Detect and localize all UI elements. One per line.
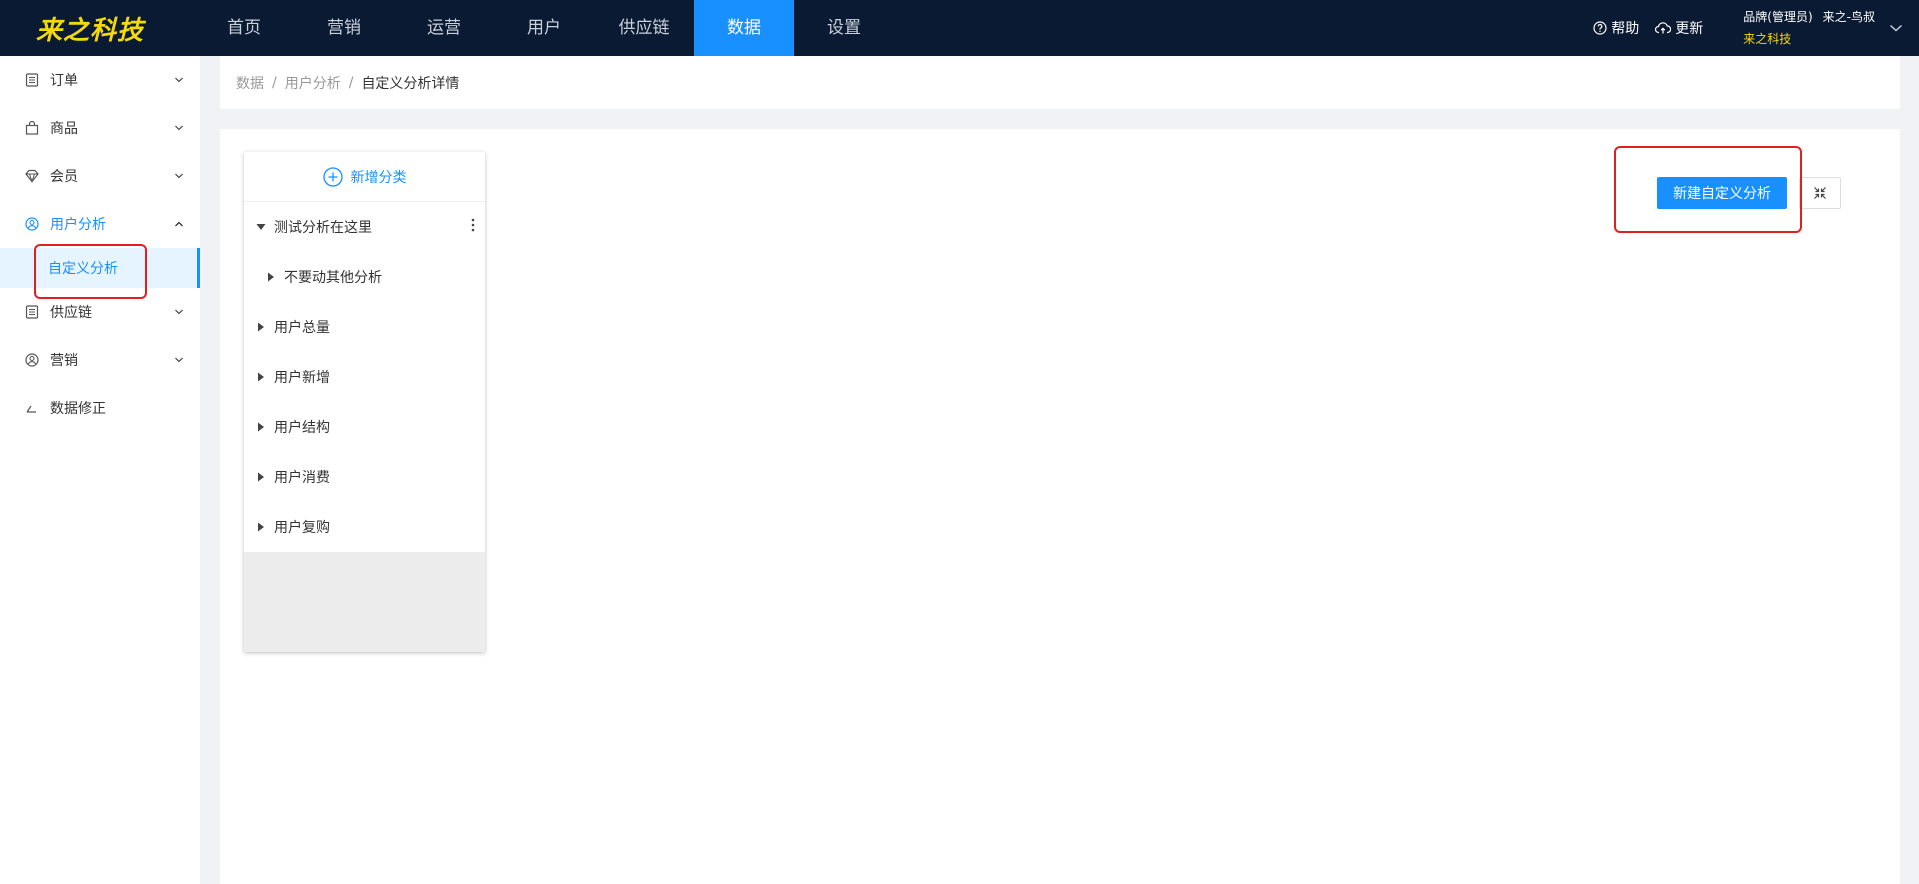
category-tree-panel: 新增分类 测试分析在这里 不要动其他分析 用户总量 用户新增 用户结构 用户消费… xyxy=(244,152,485,652)
user-org: 来之科技 xyxy=(1743,32,1792,46)
caret-down-icon xyxy=(256,222,266,232)
help-link[interactable]: 帮助 xyxy=(1593,18,1639,38)
sidebar-item-label: 会员 xyxy=(50,169,78,185)
tree-item[interactable]: 用户结构 xyxy=(244,402,485,452)
chevron-down-icon xyxy=(175,173,183,179)
new-custom-analysis-button[interactable]: 新建自定义分析 xyxy=(1657,177,1787,209)
tree-item-label: 用户复购 xyxy=(274,520,330,536)
tree-empty-area xyxy=(244,552,485,652)
sidebar-item-data-correction[interactable]: 数据修正 xyxy=(0,384,200,432)
chevron-down-icon xyxy=(175,77,183,83)
help-icon xyxy=(1593,21,1607,35)
caret-right-icon xyxy=(256,472,266,482)
sidebar: 订单 商品 会员 用户分析 自定义分析 供应链 营销 数据修正 xyxy=(0,56,200,884)
chevron-down-icon xyxy=(175,125,183,131)
tree-item[interactable]: 不要动其他分析 xyxy=(244,252,485,302)
document-icon xyxy=(24,304,40,320)
gem-icon xyxy=(24,168,40,184)
caret-right-icon xyxy=(256,522,266,532)
top-nav-home[interactable]: 首页 xyxy=(194,0,294,56)
sidebar-item-label: 商品 xyxy=(50,121,78,137)
update-label: 更新 xyxy=(1675,21,1704,37)
top-nav: 首页 营销 运营 用户 供应链 数据 设置 xyxy=(194,0,894,56)
breadcrumb-current: 自定义分析详情 xyxy=(361,75,460,92)
chevron-down-icon xyxy=(1890,24,1902,32)
chevron-down-icon xyxy=(175,309,183,315)
tree-item[interactable]: 用户复购 xyxy=(244,502,485,552)
user-name: 来之-鸟叔 xyxy=(1822,10,1875,24)
tree-item[interactable]: 用户消费 xyxy=(244,452,485,502)
sidebar-item-products[interactable]: 商品 xyxy=(0,104,200,152)
top-nav-supply-chain[interactable]: 供应链 xyxy=(594,0,694,56)
sidebar-item-label: 用户分析 xyxy=(50,217,106,233)
tree-item-label: 用户总量 xyxy=(274,320,330,336)
plus-circle-icon xyxy=(322,166,343,187)
document-icon xyxy=(24,72,40,88)
more-vertical-icon[interactable] xyxy=(471,217,475,237)
top-right-area: 帮助 更新 品牌(管理员) 来之-鸟叔 来之科技 xyxy=(1593,0,1919,56)
tree-item[interactable]: 测试分析在这里 xyxy=(244,202,485,252)
top-nav-operations[interactable]: 运营 xyxy=(394,0,494,56)
caret-right-icon xyxy=(256,422,266,432)
add-category-label: 新增分类 xyxy=(350,169,407,186)
bag-icon xyxy=(24,120,40,136)
top-nav-marketing[interactable]: 营销 xyxy=(294,0,394,56)
caret-right-icon xyxy=(256,322,266,332)
sidebar-item-marketing[interactable]: 营销 xyxy=(0,336,200,384)
chevron-up-icon xyxy=(175,221,183,227)
caret-right-icon xyxy=(266,272,276,282)
breadcrumb-separator: / xyxy=(272,74,277,91)
tree-item-label: 不要动其他分析 xyxy=(284,270,382,286)
edit-angle-icon xyxy=(24,400,40,416)
sidebar-item-members[interactable]: 会员 xyxy=(0,152,200,200)
sidebar-item-orders[interactable]: 订单 xyxy=(0,56,200,104)
fullscreen-button[interactable] xyxy=(1799,177,1841,209)
breadcrumb-data[interactable]: 数据 xyxy=(236,73,264,93)
brand-logo-text: 来之科技 xyxy=(35,15,144,46)
main-content: 新增分类 测试分析在这里 不要动其他分析 用户总量 用户新增 用户结构 用户消费… xyxy=(220,129,1900,884)
fullscreen-icon xyxy=(1814,187,1826,199)
cloud-update-icon xyxy=(1655,22,1672,34)
sidebar-item-user-analysis[interactable]: 用户分析 xyxy=(0,200,200,248)
top-bar: 来之科技 首页 营销 运营 用户 供应链 数据 设置 帮助 更新 品牌(管理员)… xyxy=(0,0,1919,56)
help-label: 帮助 xyxy=(1611,21,1640,37)
sidebar-item-label: 供应链 xyxy=(50,305,92,321)
top-nav-users[interactable]: 用户 xyxy=(494,0,594,56)
sidebar-item-label: 订单 xyxy=(50,73,78,89)
breadcrumb: 数据 / 用户分析 / 自定义分析详情 xyxy=(220,56,1900,109)
update-link[interactable]: 更新 xyxy=(1655,18,1703,38)
breadcrumb-separator: / xyxy=(348,74,354,91)
tree-item[interactable]: 用户总量 xyxy=(244,302,485,352)
tree-item[interactable]: 用户新增 xyxy=(244,352,485,402)
user-circle-icon xyxy=(24,352,40,368)
category-tree: 测试分析在这里 不要动其他分析 用户总量 用户新增 用户结构 用户消费 用户复购 xyxy=(244,202,485,552)
tree-item-label: 用户新增 xyxy=(274,370,330,386)
chevron-down-icon xyxy=(175,357,183,363)
sidebar-subitem-custom-analysis[interactable]: 自定义分析 xyxy=(0,248,200,288)
top-nav-data[interactable]: 数据 xyxy=(694,0,794,56)
user-role: 品牌(管理员) xyxy=(1743,10,1813,24)
top-nav-settings[interactable]: 设置 xyxy=(794,0,894,56)
brand-logo[interactable]: 来之科技 xyxy=(0,0,180,56)
sidebar-item-label: 数据修正 xyxy=(50,401,106,417)
sidebar-item-supply-chain[interactable]: 供应链 xyxy=(0,288,200,336)
add-category-button[interactable]: 新增分类 xyxy=(244,152,485,202)
user-circle-icon xyxy=(24,216,40,232)
tree-item-label: 用户消费 xyxy=(274,470,330,486)
sidebar-item-label: 营销 xyxy=(50,353,78,369)
tree-item-label: 测试分析在这里 xyxy=(274,220,372,236)
tree-item-label: 用户结构 xyxy=(274,420,330,436)
breadcrumb-user-analysis[interactable]: 用户分析 xyxy=(285,73,341,93)
caret-right-icon xyxy=(256,372,266,382)
user-menu[interactable]: 品牌(管理员) 来之-鸟叔 来之科技 xyxy=(1743,6,1903,50)
